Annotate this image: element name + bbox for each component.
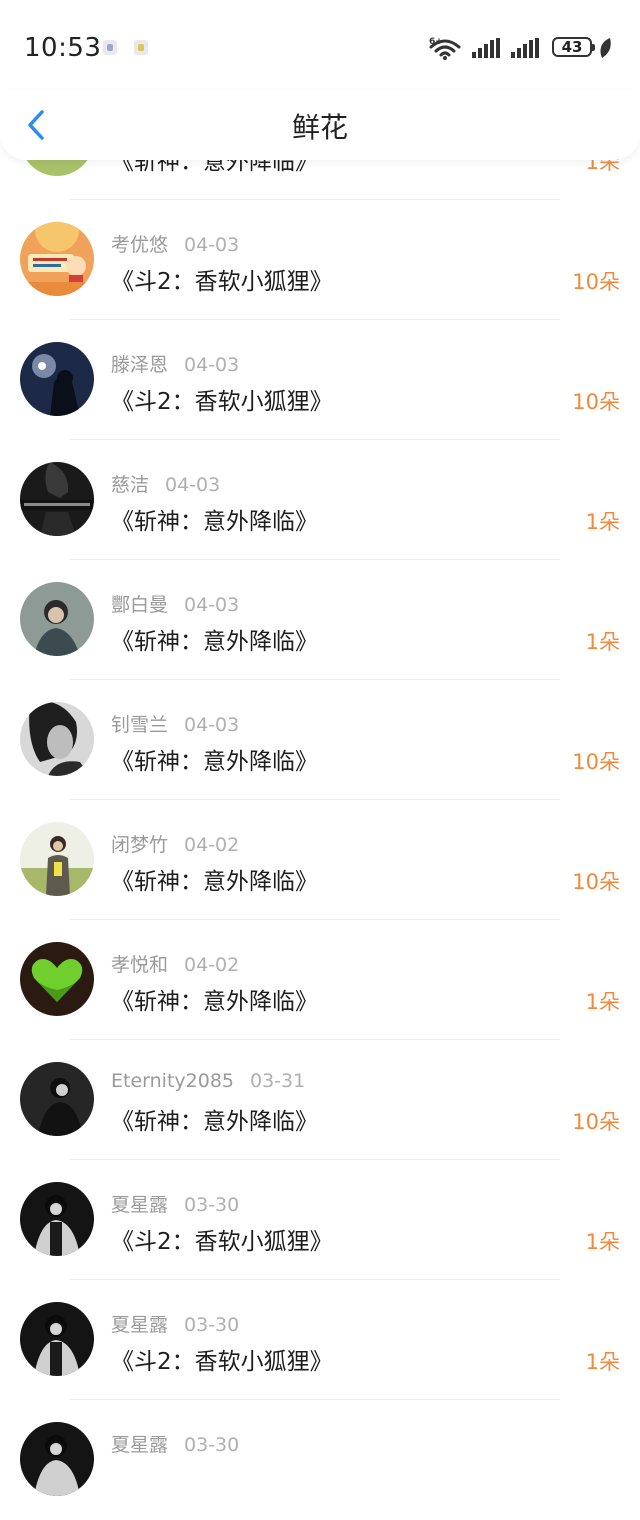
- book-title: 《斗2：香软小狐狸》: [111, 1349, 333, 1375]
- dark-person-image: [20, 1062, 94, 1136]
- list-item[interactable]: 考优悠 04-03 《斗2：香软小狐狸》 10朵: [0, 200, 640, 320]
- user-name: 慈洁: [111, 474, 150, 496]
- portrait-bw-image: [20, 702, 94, 776]
- user-name: 孝悦和: [111, 954, 169, 976]
- green-heart-image: [20, 942, 94, 1016]
- flower-gift-list: 《斩神：意外降临》 1朵 考优悠 04-03 《斗2：香软小狐狸》 10朵 滕泽…: [0, 80, 640, 1520]
- navigation-bar: 鲜花: [0, 90, 640, 160]
- gift-date: 04-03: [184, 714, 240, 736]
- user-name: 夏星露: [111, 1314, 169, 1336]
- flower-count: 10朵: [572, 1110, 620, 1134]
- list-item-meta: Eternity2085 03-31: [111, 1070, 305, 1092]
- night-sky-image: [20, 342, 94, 416]
- flower-count: 10朵: [572, 390, 620, 414]
- cartoon-image: [20, 222, 94, 296]
- gift-date: 04-03: [165, 474, 221, 496]
- avatar: [20, 222, 94, 296]
- list-item[interactable]: Eternity2085 03-31 《斩神：意外降临》 10朵: [0, 1040, 640, 1160]
- user-name: 酆白曼: [111, 594, 169, 616]
- list-item[interactable]: 钊雪兰 04-03 《斩神：意外降临》 10朵: [0, 680, 640, 800]
- user-name: 考优悠: [111, 234, 169, 256]
- flower-count: 1朵: [585, 510, 620, 534]
- book-title: 《斩神：意外降临》: [111, 869, 318, 895]
- gift-date: 03-30: [184, 1434, 240, 1456]
- book-title: 《斩神：意外降临》: [111, 989, 318, 1015]
- book-title: 《斗2：香软小狐狸》: [111, 269, 333, 295]
- dark-text-image: [20, 462, 94, 536]
- list-item[interactable]: 闭梦竹 04-02 《斩神：意外降临》 10朵: [0, 800, 640, 920]
- avatar: [20, 942, 94, 1016]
- person-grey-image: [20, 582, 94, 656]
- list-item-meta: 夏星露 03-30: [111, 1430, 239, 1457]
- avatar: [20, 1062, 94, 1136]
- list-item[interactable]: 滕泽恩 04-03 《斗2：香软小狐狸》 10朵: [0, 320, 640, 440]
- flower-count: 1朵: [585, 1230, 620, 1254]
- list-item[interactable]: 夏星露 03-30 《斗2：香软小狐狸》 1朵: [0, 1160, 640, 1280]
- list-item-meta: 夏星露 03-30: [111, 1190, 239, 1217]
- user-name: 闭梦竹: [111, 834, 169, 856]
- user-name: 滕泽恩: [111, 354, 169, 376]
- network-type-label: 6+: [429, 37, 443, 47]
- user-name: 夏星露: [111, 1194, 169, 1216]
- signal-icon: [472, 38, 500, 58]
- book-title: 《斩神：意外降临》: [111, 629, 318, 655]
- book-title: 《斩神：意外降临》: [111, 509, 318, 535]
- gift-date: 04-02: [184, 834, 240, 856]
- avatar: [20, 582, 94, 656]
- list-item-meta: 酆白曼 04-03: [111, 590, 239, 617]
- dark-person-image: [20, 1422, 94, 1496]
- flower-count: 1朵: [585, 1350, 620, 1374]
- list-item[interactable]: 酆白曼 04-03 《斩神：意外降临》 1朵: [0, 560, 640, 680]
- gift-date: 03-30: [184, 1194, 240, 1216]
- girl-field-image: [20, 822, 94, 896]
- gift-date: 04-03: [184, 234, 240, 256]
- leaf-icon: [600, 38, 611, 58]
- flower-count: 10朵: [572, 270, 620, 294]
- flower-count: 1朵: [585, 990, 620, 1014]
- gift-date: 03-31: [250, 1070, 306, 1092]
- list-item-meta: 考优悠 04-03: [111, 230, 239, 257]
- avatar: [20, 702, 94, 776]
- flower-count: 10朵: [572, 750, 620, 774]
- battery-indicator: 43: [552, 37, 595, 57]
- wifi-icon: 6+: [429, 37, 461, 60]
- avatar: [20, 1302, 94, 1376]
- list-item[interactable]: 夏星露 03-30: [0, 1400, 640, 1520]
- dark-person-image: [20, 1302, 94, 1376]
- list-item-meta: 孝悦和 04-02: [111, 950, 239, 977]
- gift-date: 03-30: [184, 1314, 240, 1336]
- user-name: Eternity2085: [111, 1070, 234, 1092]
- list-item-meta: 夏星露 03-30: [111, 1310, 239, 1337]
- list-item-meta: 慈洁 04-03: [111, 470, 220, 497]
- flower-count: 10朵: [572, 870, 620, 894]
- book-title: 《斗2：香软小狐狸》: [111, 1229, 333, 1255]
- gift-date: 04-03: [184, 594, 240, 616]
- user-name: 夏星露: [111, 1434, 169, 1456]
- flower-count: 1朵: [585, 630, 620, 654]
- notification-app-icon: [134, 40, 148, 55]
- avatar: [20, 342, 94, 416]
- list-item[interactable]: 孝悦和 04-02 《斩神：意外降临》 1朵: [0, 920, 640, 1040]
- notification-app-icon: [103, 40, 117, 55]
- page-title: 鲜花: [291, 111, 348, 144]
- list-item-meta: 闭梦竹 04-02: [111, 830, 239, 857]
- avatar: [20, 1422, 94, 1496]
- status-time: 10:53: [24, 33, 102, 63]
- list-item[interactable]: 夏星露 03-30 《斗2：香软小狐狸》 1朵: [0, 1280, 640, 1400]
- book-title: 《斗2：香软小狐狸》: [111, 389, 333, 415]
- list-item-meta: 钊雪兰 04-03: [111, 710, 239, 737]
- avatar: [20, 1182, 94, 1256]
- book-title: 《斩神：意外降临》: [111, 749, 318, 775]
- status-bar: 10:53 6+ 43: [0, 0, 640, 90]
- dark-person-image: [20, 1182, 94, 1256]
- avatar: [20, 822, 94, 896]
- gift-date: 04-03: [184, 354, 240, 376]
- book-title: 《斩神：意外降临》: [111, 1109, 318, 1135]
- avatar: [20, 462, 94, 536]
- list-item[interactable]: 慈洁 04-03 《斩神：意外降临》 1朵: [0, 440, 640, 560]
- signal-icon: [511, 38, 539, 58]
- list-item-meta: 滕泽恩 04-03: [111, 350, 239, 377]
- user-name: 钊雪兰: [111, 714, 169, 736]
- gift-date: 04-02: [184, 954, 240, 976]
